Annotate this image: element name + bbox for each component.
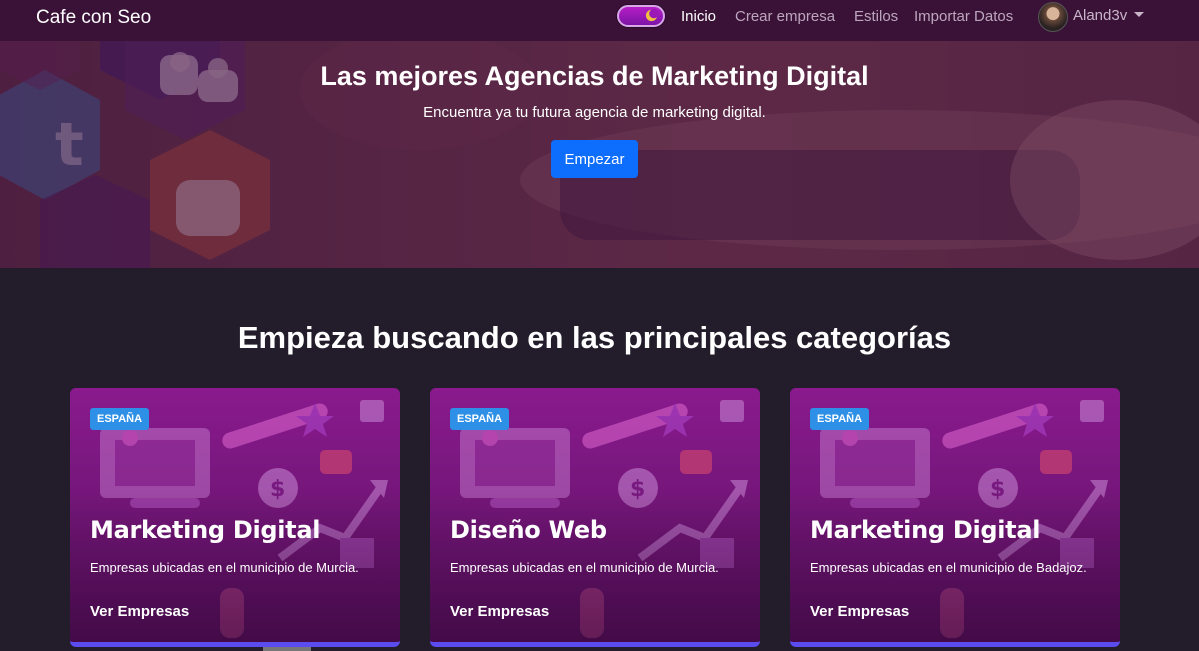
ver-empresas-link[interactable]: Ver Empresas <box>450 603 549 620</box>
card-title: Marketing Digital <box>810 516 1041 544</box>
start-button[interactable]: Empezar <box>551 140 638 178</box>
user-avatar[interactable] <box>1038 2 1068 32</box>
nav-link-crear-empresa[interactable]: Crear empresa <box>735 8 835 25</box>
category-card[interactable]: $ ESPAÑA Marketing Digital Empresas ubic… <box>790 388 1120 647</box>
brand-logo-link[interactable]: Cafe con Seo <box>36 7 151 29</box>
nav-link-importar-datos[interactable]: Importar Datos <box>914 8 1013 25</box>
nav-link-estilos[interactable]: Estilos <box>854 8 898 25</box>
chevron-down-icon[interactable] <box>1134 12 1144 17</box>
country-badge: ESPAÑA <box>810 408 870 430</box>
category-card[interactable]: $ ESPAÑA Marketing Digital Empresas ubic… <box>70 388 400 647</box>
hero-title: Las mejores Agencias de Marketing Digita… <box>320 61 869 91</box>
card-description: Empresas ubicadas en el municipio de Bad… <box>810 560 1087 575</box>
user-menu-toggle[interactable]: Aland3v <box>1073 7 1127 24</box>
ver-empresas-link[interactable]: Ver Empresas <box>810 603 909 620</box>
horizontal-scrollbar-thumb[interactable] <box>263 647 311 651</box>
card-description: Empresas ubicadas en el municipio de Mur… <box>90 560 359 575</box>
country-badge: ESPAÑA <box>90 408 150 430</box>
card-title: Diseño Web <box>450 516 607 544</box>
card-title: Marketing Digital <box>90 516 321 544</box>
card-description: Empresas ubicadas en el municipio de Mur… <box>450 560 719 575</box>
moon-icon <box>645 9 658 22</box>
country-badge: ESPAÑA <box>450 408 510 430</box>
category-card[interactable]: $ ESPAÑA Diseño Web Empresas ubicadas en… <box>430 388 760 647</box>
navbar: Cafe con Seo Inicio Crear empresa Estilo… <box>0 0 1199 41</box>
categories-title: Empieza buscando en las principales cate… <box>237 320 952 355</box>
theme-toggle[interactable] <box>617 5 665 27</box>
ver-empresas-link[interactable]: Ver Empresas <box>90 603 189 620</box>
hero-subtitle: Encuentra ya tu futura agencia de market… <box>423 104 766 121</box>
nav-link-inicio[interactable]: Inicio <box>681 8 716 25</box>
